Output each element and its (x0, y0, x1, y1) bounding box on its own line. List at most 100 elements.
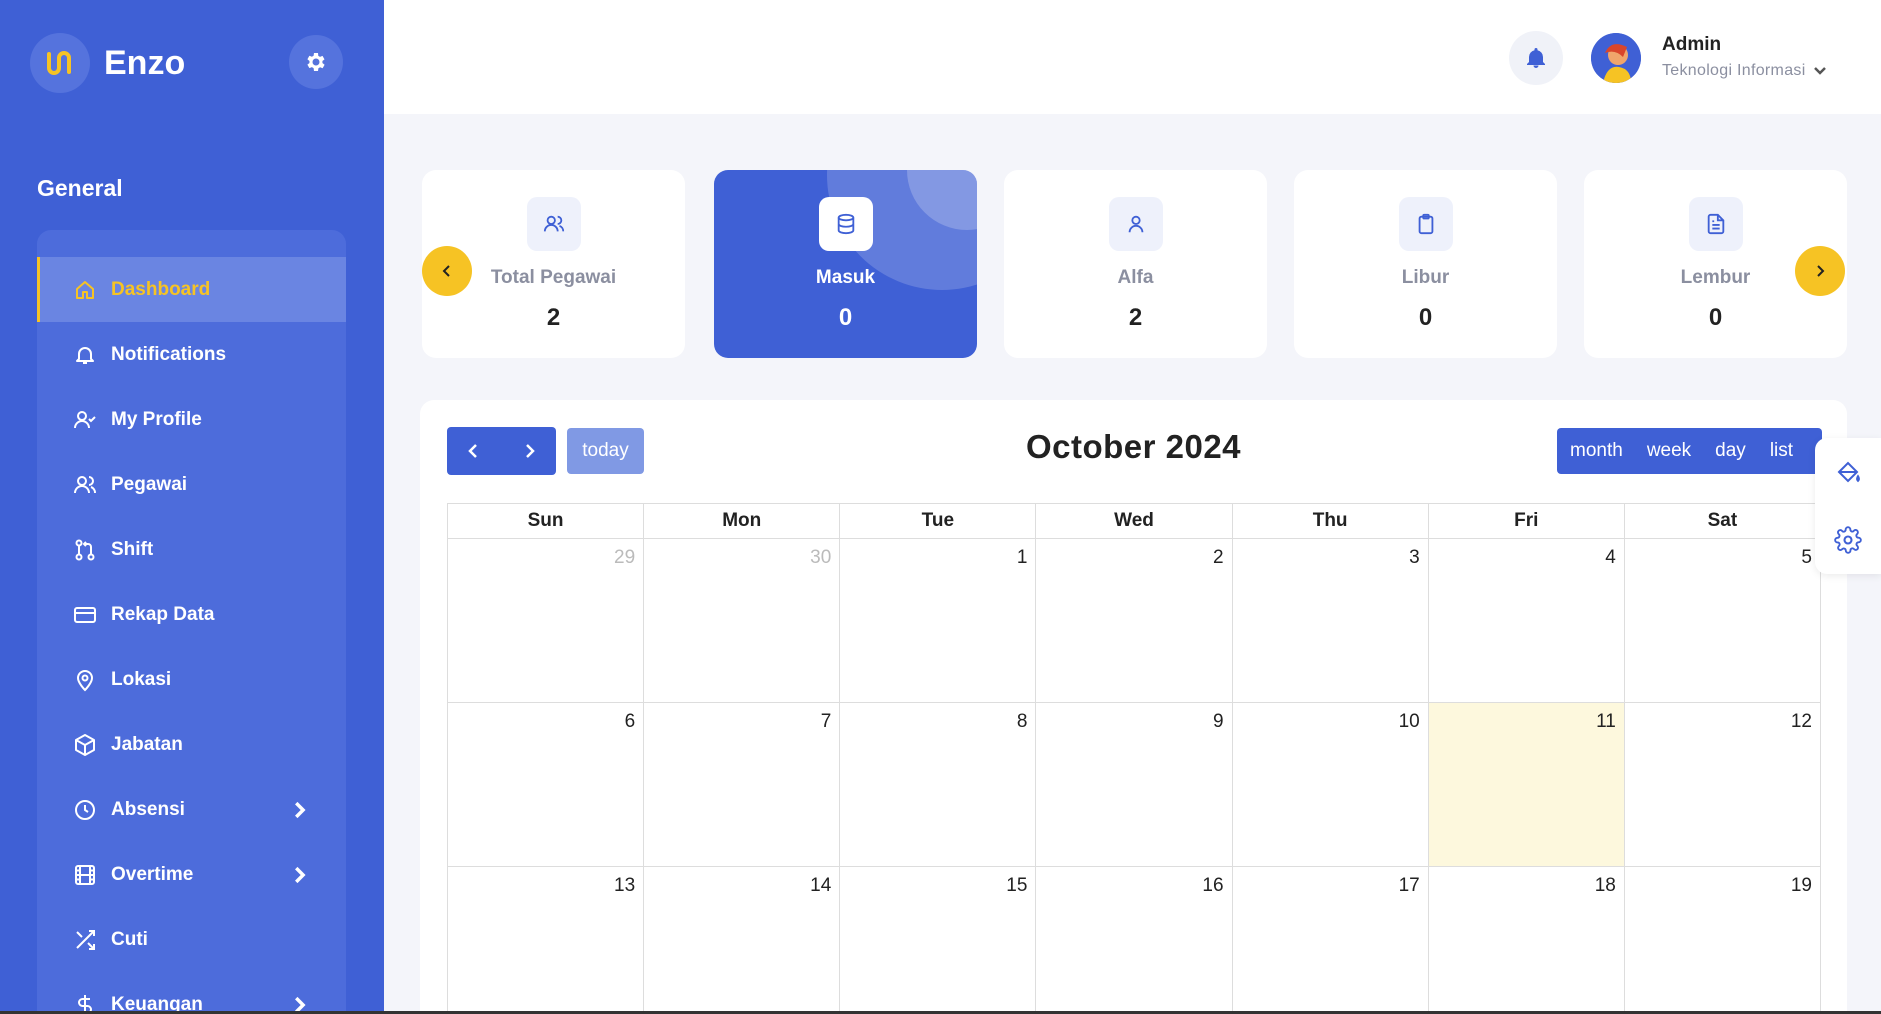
stats-next-button[interactable] (1795, 246, 1845, 296)
sidebar-item-label: Lokasi (111, 668, 172, 690)
calendar-day[interactable]: 30 (644, 539, 841, 702)
map-pin-icon (71, 666, 99, 694)
calendar-day[interactable]: 5 (1625, 539, 1820, 702)
chevron-right-icon (1817, 265, 1825, 277)
calendar-day[interactable]: 15 (840, 867, 1037, 1014)
day-number[interactable]: 12 (1791, 711, 1812, 733)
sidebar-item-label: Absensi (111, 798, 185, 820)
weekday-wed: Wed (1036, 504, 1233, 538)
calendar-day[interactable]: 16 (1036, 867, 1233, 1014)
calendar-day[interactable]: 8 (840, 703, 1037, 866)
calendar-week-row: 6 7 8 9 10 11 12 (447, 702, 1821, 866)
stat-card-libur[interactable]: Libur 0 (1294, 170, 1557, 358)
day-number[interactable]: 29 (614, 547, 635, 569)
calendar-day[interactable]: 12 (1625, 703, 1820, 866)
day-number[interactable]: 30 (810, 547, 831, 569)
sidebar-item-pegawai[interactable]: Pegawai (37, 452, 346, 517)
day-number[interactable]: 14 (810, 875, 831, 897)
git-pull-icon (71, 536, 99, 564)
calendar-day[interactable]: 7 (644, 703, 841, 866)
user-dept-label: Teknologi Informasi (1662, 62, 1806, 79)
sidebar-item-notifications[interactable]: Notifications (37, 322, 346, 387)
stat-label: Libur (1401, 267, 1450, 288)
calendar-day-today[interactable]: 11 (1428, 703, 1625, 866)
user-check-icon (71, 406, 99, 434)
view-list-button[interactable]: list (1758, 440, 1805, 462)
stat-value: 2 (546, 304, 561, 331)
calendar-day[interactable]: 29 (448, 539, 645, 702)
box-icon (71, 731, 99, 759)
calendar-week-row: 29 30 1 2 3 4 5 (447, 538, 1821, 702)
notifications-button[interactable] (1509, 31, 1563, 85)
calendar-day[interactable]: 17 (1233, 867, 1429, 1014)
view-day-button[interactable]: day (1703, 440, 1758, 462)
day-number[interactable]: 13 (614, 875, 635, 897)
clock-icon (75, 799, 95, 820)
stat-label: Alfa (1117, 267, 1154, 288)
calendar-day[interactable]: 18 (1429, 867, 1625, 1014)
stat-value: 0 (1708, 304, 1723, 331)
day-number[interactable]: 18 (1595, 875, 1616, 897)
day-number[interactable]: 1 (1017, 547, 1028, 569)
sidebar-item-overtime[interactable]: Overtime (37, 842, 346, 907)
day-number[interactable]: 15 (1006, 875, 1027, 897)
sidebar-item-absensi[interactable]: Absensi (37, 777, 346, 842)
users-icon (543, 215, 565, 232)
day-number[interactable]: 6 (625, 711, 636, 733)
sidebar-item-lokasi[interactable]: Lokasi (37, 647, 346, 712)
calendar-day[interactable]: 1 (840, 539, 1037, 702)
settings-button[interactable] (289, 35, 343, 89)
avatar[interactable] (1591, 33, 1641, 83)
credit-card-icon (74, 606, 96, 623)
calendar-day[interactable]: 4 (1429, 539, 1625, 702)
day-number[interactable]: 2 (1213, 547, 1224, 569)
home-icon (71, 276, 99, 304)
calendar-day[interactable]: 9 (1036, 703, 1233, 866)
sidebar-item-my-profile[interactable]: My Profile (37, 387, 346, 452)
home-icon (76, 280, 94, 299)
stat-card-masuk[interactable]: Masuk 0 (714, 170, 977, 358)
sidebar-item-keuangan[interactable]: Keuangan (37, 972, 346, 1014)
stat-label: Masuk (815, 267, 876, 288)
sidebar-item-jabatan[interactable]: Jabatan (37, 712, 346, 777)
sidebar-item-cuti[interactable]: Cuti (37, 907, 346, 972)
day-number[interactable]: 8 (1017, 711, 1028, 733)
clock-icon (71, 796, 99, 824)
view-week-button[interactable]: week (1635, 440, 1703, 462)
sidebar-item-shift[interactable]: Shift (37, 517, 346, 582)
brand-name: Enzo (104, 43, 186, 82)
day-number[interactable]: 7 (821, 711, 832, 733)
stat-value: 0 (1418, 304, 1433, 331)
calendar-day[interactable]: 14 (644, 867, 841, 1014)
calendar-day[interactable]: 13 (448, 867, 645, 1014)
user-dept[interactable]: Teknologi Informasi (1662, 62, 1828, 80)
day-number[interactable]: 4 (1605, 547, 1616, 569)
day-number[interactable]: 16 (1202, 875, 1223, 897)
day-number[interactable]: 17 (1399, 875, 1420, 897)
stat-card-alfa[interactable]: Alfa 2 (1004, 170, 1267, 358)
sidebar-item-dashboard[interactable]: Dashboard (37, 257, 346, 322)
brand[interactable]: Enzo (30, 33, 185, 93)
sidebar-item-rekap-data[interactable]: Rekap Data (37, 582, 346, 647)
calendar-day[interactable]: 19 (1625, 867, 1820, 1014)
stats-prev-button[interactable] (422, 246, 472, 296)
day-number[interactable]: 3 (1409, 547, 1420, 569)
calendar-day[interactable]: 6 (448, 703, 645, 866)
day-number[interactable]: 19 (1791, 875, 1812, 897)
calendar-week-row: 13 14 15 16 17 18 19 (447, 866, 1821, 1014)
day-number[interactable]: 11 (1596, 711, 1616, 733)
calendar-day[interactable]: 2 (1036, 539, 1233, 702)
stat-icon-box (527, 197, 581, 251)
calendar-day[interactable]: 10 (1233, 703, 1429, 866)
day-number[interactable]: 10 (1399, 711, 1420, 733)
calendar-day[interactable]: 3 (1233, 539, 1429, 702)
users-icon (71, 471, 99, 499)
day-number[interactable]: 9 (1213, 711, 1224, 733)
day-number[interactable]: 5 (1801, 547, 1812, 569)
weekday-thu: Thu (1233, 504, 1429, 538)
view-month-button[interactable]: month (1557, 440, 1635, 462)
theme-button[interactable] (1815, 438, 1881, 506)
stat-icon-box (819, 197, 873, 251)
customizer-button[interactable] (1815, 506, 1881, 574)
user-name[interactable]: Admin (1662, 34, 1721, 56)
